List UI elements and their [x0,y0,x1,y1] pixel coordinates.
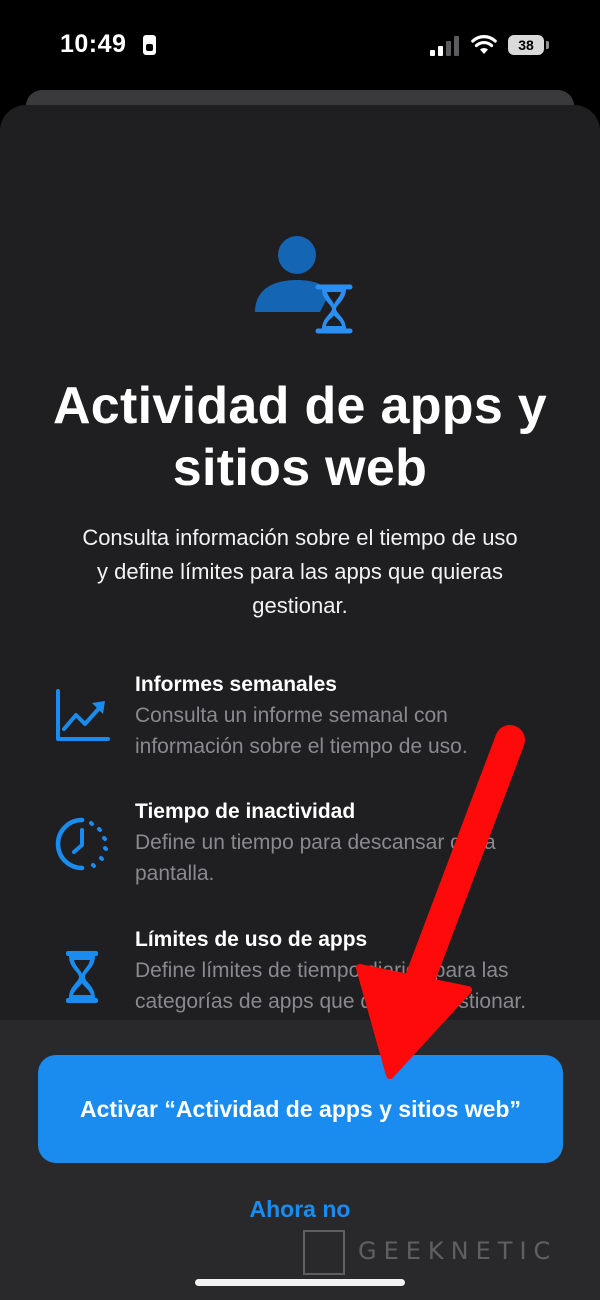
orientation-lock-icon [143,35,156,55]
not-now-button[interactable]: Ahora no [200,1193,400,1225]
watermark-box [303,1230,345,1275]
battery-tip [546,41,549,49]
feature-title: Informes semanales [135,673,337,696]
status-time: 10:49 [60,30,127,58]
watermark-logo: GEEKNETIC [303,1225,588,1280]
downtime-clock-icon [55,817,108,871]
watermark-text: GEEKNETIC [358,1237,558,1265]
feature-title: Límites de uso de apps [135,928,368,951]
hourglass-icon [66,951,98,1003]
feature-title: Tiempo de inactividad [135,800,356,823]
home-indicator[interactable] [195,1279,405,1286]
page-title: Actividad de apps y sitios web [52,377,548,497]
page-subtitle: Consulta información sobre el tiempo de … [82,525,518,618]
wifi-icon [471,35,497,54]
chart-trend-up-icon [56,689,110,741]
status-bar: 10:49 38 [0,0,600,95]
red-annotation-arrow [356,725,525,1079]
person-hourglass-icon [255,236,353,334]
battery-indicator: 38 [508,35,544,55]
cellular-signal-icon [430,36,459,56]
